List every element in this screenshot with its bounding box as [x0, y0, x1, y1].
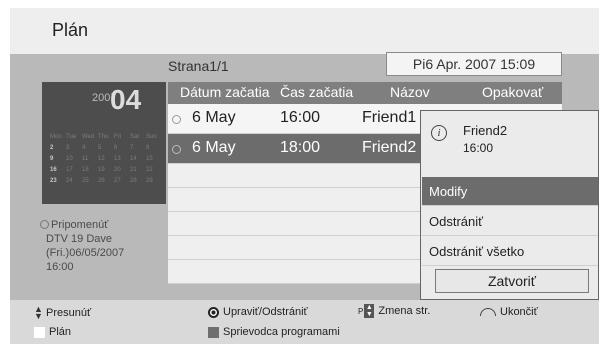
row-title: Friend1	[362, 109, 417, 126]
calendar-day: 14	[130, 156, 137, 162]
p-key-label: P	[358, 306, 364, 316]
calendar-day: 18	[82, 167, 89, 173]
calendar-day: 26	[98, 178, 105, 184]
return-icon	[480, 308, 496, 316]
calendar-day: 28	[130, 178, 137, 184]
calendar-day: 19	[98, 167, 105, 173]
reminder-date: (Fri.)06/05/2007	[46, 247, 125, 259]
calendar-week: 23 24 25 26 27 28 29	[50, 176, 162, 187]
table-header: Dátum začatia Čas začatia Názov Opakovať	[168, 82, 562, 104]
reminder-channel: DTV 19 Dave	[46, 233, 113, 245]
column-header-start-date: Dátum začatia	[180, 84, 270, 100]
column-header-start-time: Čas začatia	[280, 84, 354, 100]
up-down-arrows-icon: ▲ ▼	[34, 304, 43, 321]
row-date: 6 May	[192, 109, 236, 126]
calendar-day: 27	[114, 178, 121, 184]
legend-move-label: Presunúť	[46, 307, 92, 319]
calendar-day: 9	[50, 156, 54, 162]
calendar-day: 13	[114, 156, 121, 162]
calendar-day: 20	[114, 167, 121, 173]
options-popup: i Friend2 16:00 Modify Odstrániť Odstrán…	[420, 110, 599, 300]
reminder-time: 16:00	[46, 261, 74, 273]
calendar-day: 29	[146, 178, 153, 184]
weekday-label: Mon	[50, 134, 62, 140]
calendar-day: 24	[66, 178, 73, 184]
calendar-week: 9 10 11 12 13 14 15	[50, 154, 162, 165]
calendar-day: 5	[98, 145, 102, 151]
ok-button-icon	[208, 306, 219, 318]
legend-edit-label: Upraviť/Odstrániť	[223, 306, 308, 318]
reminder-info: Pripomenúť DTV 19 Dave (Fri.)06/05/2007 …	[40, 218, 124, 274]
calendar-day: 2	[50, 145, 54, 151]
clock-icon	[172, 115, 181, 124]
clock-icon	[172, 145, 181, 154]
weekday-label: Thu	[98, 134, 109, 140]
column-header-repeat: Opakovať	[482, 84, 544, 100]
calendar-day: 10	[66, 156, 73, 162]
weekday-label: Wed	[82, 134, 95, 140]
legend-page-label: Zmena str.	[378, 305, 431, 317]
legend-edit-delete: Upraviť/Odstrániť	[208, 306, 308, 318]
page-title: Plán	[52, 20, 89, 40]
calendar-day: 12	[98, 156, 105, 162]
column-header-title: Názov	[390, 84, 430, 100]
popup-program-time: 16:00	[463, 141, 494, 155]
calendar-day: 16	[50, 167, 57, 173]
weekday-label: Tue	[66, 134, 77, 140]
calendar-day: 8	[146, 145, 150, 151]
title-bar: Plán	[10, 8, 599, 54]
calendar-month: 04	[110, 84, 142, 115]
page-up-down-icon: P ▲ ▼	[358, 304, 375, 318]
calendar-day: 23	[50, 178, 57, 184]
legend-move: ▲ ▼ Presunúť	[34, 304, 92, 321]
clock-icon	[40, 220, 49, 229]
key-legend: ▲ ▼ Presunúť Upraviť/Odstrániť P ▲ ▼ Zmena …	[10, 300, 599, 344]
legend-guide: Sprievodca programami	[208, 326, 340, 338]
calendar-day: 3	[66, 145, 70, 151]
legend-exit: Ukončiť	[480, 306, 538, 318]
white-key-icon	[34, 326, 45, 338]
calendar-weekday-row: Mon Tue Wed Thu Fri Sat Sun	[50, 132, 162, 143]
gray-key-icon	[208, 326, 219, 338]
calendar-day: 17	[66, 167, 73, 173]
row-time: 18:00	[280, 139, 321, 156]
weekday-label: Sun	[146, 134, 157, 140]
modify-option[interactable]: Modify	[422, 177, 598, 206]
calendar-day: 25	[82, 178, 89, 184]
row-date: 6 May	[192, 139, 236, 156]
weekday-label: Fri	[114, 134, 121, 140]
current-datetime: Pi6 Apr. 2007 15:09	[386, 52, 562, 76]
calendar-day: 4	[82, 145, 86, 151]
close-button[interactable]: Zatvoriť	[435, 269, 589, 293]
legend-exit-label: Ukončiť	[500, 306, 538, 318]
reminder-label: Pripomenúť	[51, 219, 109, 231]
popup-program-name: Friend2	[463, 123, 508, 138]
calendar-grid: Mon Tue Wed Thu Fri Sat Sun 2 3 4 5 6 7 …	[50, 132, 162, 187]
legend-guide-label: Sprievodca programami	[223, 326, 340, 338]
legend-schedule: Plán	[34, 326, 71, 338]
calendar-week: 2 3 4 5 6 7 8	[50, 143, 162, 154]
row-title: Friend2	[362, 139, 417, 156]
delete-all-option[interactable]: Odstrániť všetko	[422, 237, 598, 266]
calendar-day: 21	[130, 167, 137, 173]
weekday-label: Sat	[130, 134, 140, 140]
calendar-day: 22	[146, 167, 153, 173]
page-indicator: Strana1/1	[168, 58, 229, 74]
calendar-day: 15	[146, 156, 153, 162]
calendar-week: 16 17 18 19 20 21 22	[50, 165, 162, 176]
calendar-day: 6	[114, 145, 118, 151]
delete-option[interactable]: Odstrániť	[422, 207, 598, 236]
legend-schedule-label: Plán	[49, 326, 72, 338]
mini-calendar: 2007 04 Mon Tue Wed Thu Fri Sat Sun 2 3 …	[42, 82, 166, 204]
legend-page-change: P ▲ ▼ Zmena str.	[358, 304, 430, 318]
calendar-day: 11	[82, 156, 89, 162]
calendar-day: 7	[130, 145, 134, 151]
info-icon: i	[431, 125, 447, 141]
row-time: 16:00	[280, 109, 321, 126]
